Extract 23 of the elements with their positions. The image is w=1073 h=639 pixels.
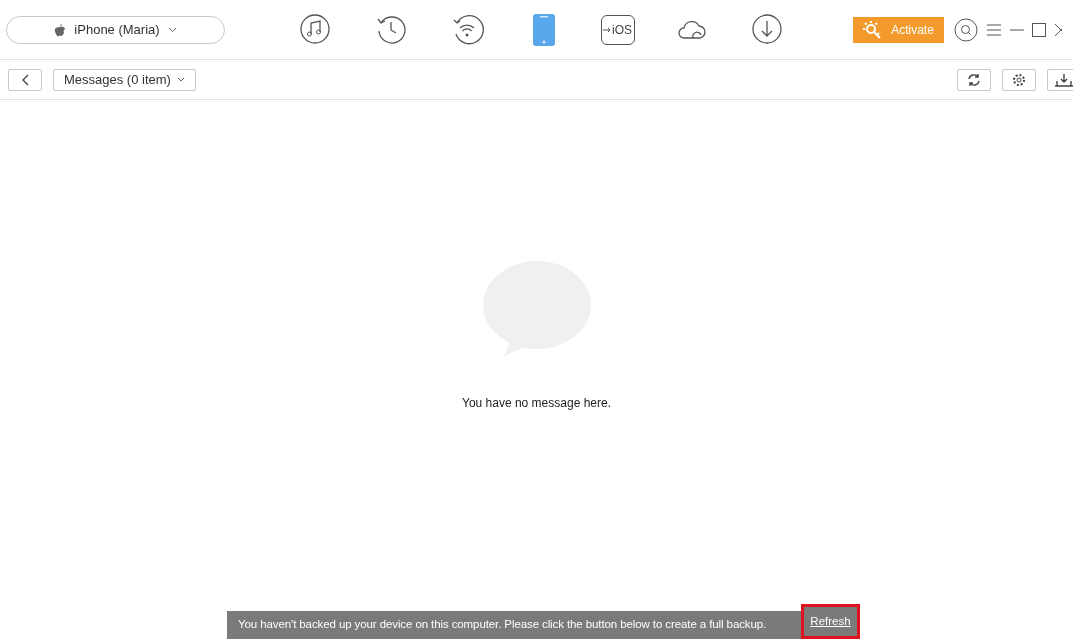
settings-button[interactable] <box>1002 68 1036 91</box>
history-icon <box>376 13 408 46</box>
refresh-button[interactable] <box>957 68 991 91</box>
music-icon <box>300 13 332 46</box>
notification-message: You haven't backed up your device on this computer. Please click the button below to create a full backup. <box>238 617 767 633</box>
export-button[interactable] <box>1047 68 1073 91</box>
caret-icon <box>176 77 185 82</box>
caret-icon <box>167 26 177 33</box>
refresh-icon <box>967 72 981 87</box>
category-dropdown[interactable]: Messages (0 item) <box>53 68 196 91</box>
close-icon[interactable] <box>1054 22 1062 37</box>
chevron-left-icon <box>21 73 29 86</box>
search-icon[interactable] <box>954 17 978 42</box>
apple-icon <box>54 22 67 37</box>
wifi-icon <box>452 13 484 46</box>
arrow-right-icon <box>603 26 611 33</box>
settings-icon <box>1012 72 1026 87</box>
download-icon <box>752 13 784 46</box>
refresh-link[interactable]: Refresh <box>801 604 860 639</box>
empty-message: You have no message here. <box>462 395 611 412</box>
maximize-icon[interactable] <box>1032 22 1046 37</box>
download-tray-icon <box>1055 72 1073 87</box>
ios-tab[interactable]: iOS <box>601 14 635 45</box>
